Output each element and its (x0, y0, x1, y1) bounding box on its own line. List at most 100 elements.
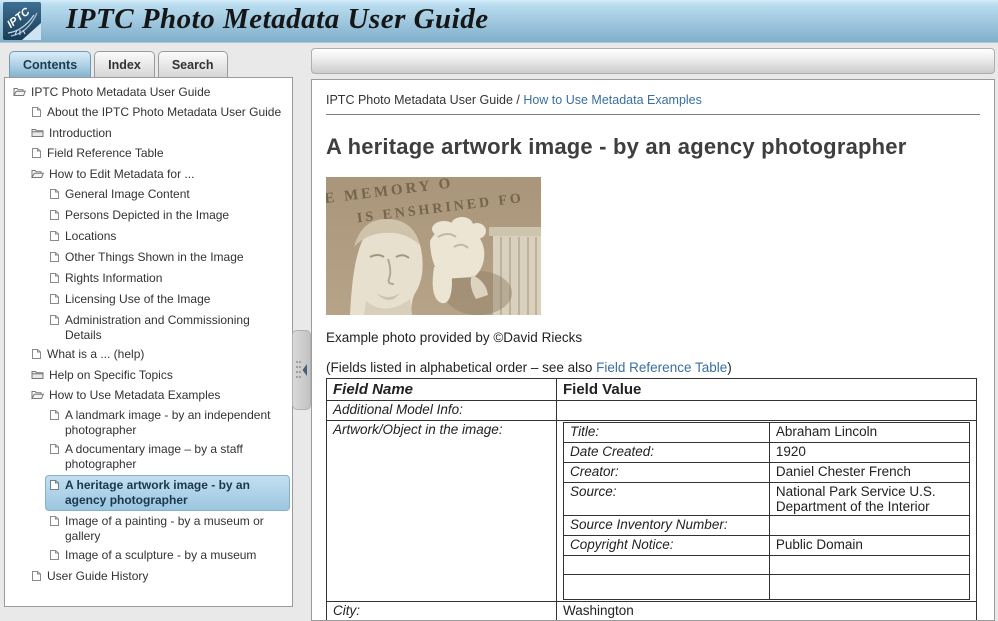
column-header-field-value: Field Value (557, 379, 977, 401)
page-icon (49, 409, 60, 425)
field-value-cell: 1920 (769, 443, 969, 463)
tree-item-label: Other Things Shown in the Image (65, 250, 244, 265)
tree-item[interactable]: Help on Specific Topics (29, 367, 290, 385)
content-toolbar (311, 48, 995, 74)
tree-item[interactable]: How to Use Metadata Examples (29, 387, 290, 405)
field-name-cell: Title: (564, 423, 770, 443)
tree-item[interactable]: Persons Depicted in the Image (47, 207, 290, 226)
sidebar-tab-strip: Contents Index Search (4, 48, 293, 77)
app-header: IPTC IPTC Photo Metadata User Guide (0, 0, 998, 43)
folder-closed-icon (31, 127, 44, 142)
table-row: Copyright Notice: Public Domain (564, 536, 970, 556)
tree-item-label: Field Reference Table (47, 146, 164, 161)
page-icon (31, 106, 42, 122)
field-value-cell (769, 516, 969, 536)
tab-index[interactable]: Index (94, 51, 155, 77)
table-row: City: Washington (327, 602, 977, 621)
folder-open-icon (31, 168, 44, 183)
table-row: Creator: Daniel Chester French (564, 463, 970, 483)
field-name-cell: Creator: (564, 463, 770, 483)
field-value-cell: Title: Abraham Lincoln Date Created: 192… (557, 421, 977, 602)
page-icon (49, 443, 60, 459)
sidebar-collapse-handle[interactable] (292, 330, 311, 410)
tree-item[interactable]: Image of a sculpture - by a museum (47, 547, 290, 566)
tab-contents[interactable]: Contents (9, 51, 91, 77)
breadcrumb-separator: / (513, 93, 523, 107)
page-icon (31, 570, 42, 586)
app-title: IPTC Photo Metadata User Guide (66, 3, 489, 36)
field-value-cell: National Park Service U.S. Department of… (769, 483, 969, 516)
column-header-field-name: Field Name (327, 379, 557, 401)
page-title: A heritage artwork image - by an agency … (326, 134, 980, 160)
table-row: Artwork/Object in the image: Title: Abra… (327, 421, 977, 602)
page-icon (49, 479, 60, 495)
table-row: Source Inventory Number: (564, 516, 970, 536)
tree-item[interactable]: Administration and Commissioning Details (47, 312, 290, 344)
tree-item[interactable]: IPTC Photo Metadata User Guide (11, 84, 290, 102)
field-reference-table-link[interactable]: Field Reference Table (596, 360, 727, 375)
tree-item[interactable]: Field Reference Table (29, 145, 290, 164)
photo-caption: Example photo provided by ©David Riecks (326, 330, 980, 345)
tree-item[interactable]: Introduction (29, 125, 290, 143)
page-icon (49, 230, 60, 246)
field-name-cell: Source: (564, 483, 770, 516)
tab-search[interactable]: Search (158, 51, 228, 77)
table-row: Additional Model Info: (327, 401, 977, 421)
breadcrumb-divider (326, 114, 980, 115)
fields-note: (Fields listed in alphabetical order – s… (326, 360, 980, 375)
main-panel: IPTC Photo Metadata User Guide / How to … (311, 48, 995, 600)
field-value-cell (557, 401, 977, 421)
tree-item[interactable]: Rights Information (47, 270, 290, 289)
contents-tree: IPTC Photo Metadata User Guide About the… (4, 77, 293, 607)
page-icon (31, 348, 42, 364)
tree-item-label: Licensing Use of the Image (65, 292, 210, 307)
metadata-table: Field Name Field Value Additional Model … (326, 378, 977, 621)
tree-item[interactable]: User Guide History (29, 568, 290, 587)
tree-item-label: General Image Content (65, 187, 190, 202)
page-icon (49, 293, 60, 309)
artwork-nested-table: Title: Abraham Lincoln Date Created: 192… (563, 422, 970, 600)
tree-item[interactable]: What is a ... (help) (29, 346, 290, 365)
tree-item-label: Persons Depicted in the Image (65, 208, 229, 223)
breadcrumb-current-link[interactable]: How to Use Metadata Examples (523, 93, 702, 107)
page-icon (49, 188, 60, 204)
tree-item[interactable]: Licensing Use of the Image (47, 291, 290, 310)
table-row: Title: Abraham Lincoln (564, 423, 970, 443)
tree-item-label: A documentary image – by a staff photogr… (65, 442, 288, 472)
field-value-cell: Washington (557, 602, 977, 621)
tree-item-label: Introduction (49, 126, 112, 141)
field-value-cell: Public Domain (769, 536, 969, 556)
tree-item[interactable]: A documentary image – by a staff photogr… (47, 441, 290, 473)
field-name-cell: Source Inventory Number: (564, 516, 770, 536)
tree-item[interactable]: Other Things Shown in the Image (47, 249, 290, 268)
tree-item[interactable]: How to Edit Metadata for ... (29, 166, 290, 184)
statue-head (350, 219, 423, 315)
tree-item-label: User Guide History (47, 569, 148, 584)
field-name-cell: Additional Model Info: (327, 401, 557, 421)
table-row-empty (564, 575, 970, 600)
page-icon (49, 209, 60, 225)
lincoln-memorial-photo: E MEMORY O IS ENSHRINED FO (326, 177, 541, 315)
tree-item[interactable]: Image of a painting - by a museum or gal… (47, 513, 290, 545)
page-icon (49, 549, 60, 565)
tree-item[interactable]: About the IPTC Photo Metadata User Guide (29, 104, 290, 123)
tree-item-label: IPTC Photo Metadata User Guide (31, 85, 210, 100)
tree-item-selected[interactable]: A heritage artwork image - by an agency … (45, 475, 290, 511)
folder-closed-icon (31, 369, 44, 384)
tree-item-label: About the IPTC Photo Metadata User Guide (47, 105, 281, 120)
folder-open-icon (13, 86, 26, 101)
tree-item[interactable]: General Image Content (47, 186, 290, 205)
collapse-left-arrow-icon (303, 364, 308, 376)
tree-item[interactable]: A landmark image - by an independent pho… (47, 407, 290, 439)
folder-open-icon (31, 389, 44, 404)
sidebar: Contents Index Search IPTC Photo Metadat… (4, 48, 293, 600)
drag-grip-icon (296, 361, 301, 378)
tree-item-label: Image of a sculpture - by a museum (65, 548, 256, 563)
tree-item-label: Image of a painting - by a museum or gal… (65, 514, 288, 544)
field-value-cell: Daniel Chester French (769, 463, 969, 483)
tree-item-label: Rights Information (65, 271, 162, 286)
field-name-cell: Date Created: (564, 443, 770, 463)
page-icon (49, 272, 60, 288)
tree-item[interactable]: Locations (47, 228, 290, 247)
iptc-logo: IPTC (3, 2, 41, 40)
